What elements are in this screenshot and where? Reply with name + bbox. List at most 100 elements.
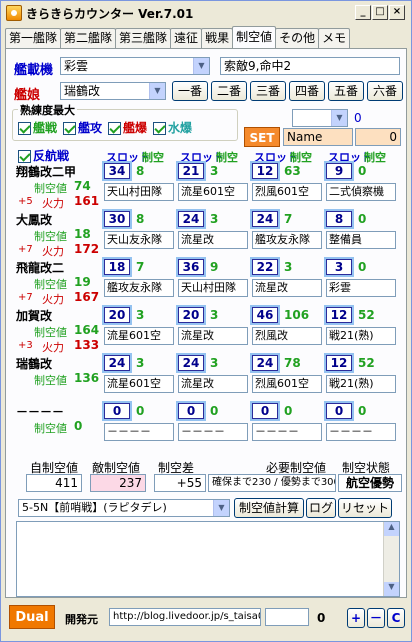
equipment-field[interactable]: 艦攻友永隊 xyxy=(104,279,174,297)
slot-count[interactable]: 9 xyxy=(326,163,352,179)
slot-count[interactable]: 20 xyxy=(178,307,204,323)
slot-count[interactable]: 24 xyxy=(178,211,204,227)
name-field[interactable]: Name xyxy=(283,128,353,146)
log-textarea[interactable]: ▲ ▼ xyxy=(16,521,400,597)
equipment-field[interactable]: 流星改 xyxy=(178,375,248,393)
dev-label: 開発元 xyxy=(65,613,98,626)
equipment-field[interactable]: 流星改 xyxy=(178,327,248,345)
equipment-field[interactable]: 流星改 xyxy=(252,279,322,297)
equipment-field[interactable]: －－－－ xyxy=(178,423,248,441)
calc-aa-button[interactable]: 制空値計算 xyxy=(234,498,304,518)
equipment-field[interactable]: －－－－ xyxy=(252,423,322,441)
equipment-field[interactable]: 天山村田隊 xyxy=(104,183,174,201)
slot-count[interactable]: 0 xyxy=(178,403,204,419)
slot-count[interactable]: 0 xyxy=(326,403,352,419)
reverse-battle-check[interactable]: 反航戦 xyxy=(18,147,69,164)
close-button[interactable]: × xyxy=(389,5,405,20)
minimize-button[interactable]: _ xyxy=(355,5,371,20)
slot1-button[interactable]: 一番 xyxy=(172,81,208,101)
reset-button[interactable]: リセット xyxy=(338,498,392,518)
equipment-field[interactable]: 流星601空 xyxy=(104,327,174,345)
slot-count[interactable]: 30 xyxy=(104,211,130,227)
enemy-aa-field[interactable]: 237 xyxy=(90,474,146,492)
name-number-field[interactable]: 0 xyxy=(355,128,401,146)
preset-select[interactable]: ▼ xyxy=(292,109,348,127)
slot-count[interactable]: 21 xyxy=(178,163,204,179)
equipment-field[interactable]: 烈風改 xyxy=(252,327,322,345)
title-bar[interactable]: きらきらカウンター Ver.7.01 _ □ × xyxy=(1,1,411,25)
equipment-field[interactable]: －－－－ xyxy=(104,423,174,441)
slot-count[interactable]: 0 xyxy=(104,403,130,419)
plus-button[interactable]: + xyxy=(347,608,365,628)
log-button[interactable]: ログ xyxy=(306,498,336,518)
slot-count[interactable]: 24 xyxy=(252,211,278,227)
tab-results[interactable]: 戦果 xyxy=(201,28,234,48)
slot-count[interactable]: 3 xyxy=(326,259,352,275)
slot-aa: 52 xyxy=(358,356,375,370)
ship-fp-value: 133 xyxy=(74,338,100,352)
equipment-field[interactable]: 天山友永隊 xyxy=(104,231,174,249)
slot-count[interactable]: 12 xyxy=(326,307,352,323)
ship-select[interactable]: 瑞鶴改 ▼ xyxy=(60,82,166,100)
slot-count[interactable]: 22 xyxy=(252,259,278,275)
checkbox-icon xyxy=(18,122,31,135)
equipment-field[interactable]: 艦攻友永隊 xyxy=(252,231,322,249)
slot-count[interactable]: 46 xyxy=(252,307,278,323)
minus-button[interactable]: － xyxy=(367,608,385,628)
check-fighter[interactable]: 艦戦 xyxy=(18,119,57,136)
slot6-button[interactable]: 六番 xyxy=(367,81,403,101)
maximize-button[interactable]: □ xyxy=(372,5,388,20)
check-dive-bomber[interactable]: 艦爆 xyxy=(108,119,147,136)
clear-button[interactable]: C xyxy=(387,608,405,628)
tab-air-power[interactable]: 制空値 xyxy=(232,26,277,48)
map-select[interactable]: 5-5N【前哨戦】(ラピタデレ) ▼ xyxy=(18,499,230,517)
set-button[interactable]: SET xyxy=(244,127,280,147)
slot-count[interactable]: 12 xyxy=(326,355,352,371)
tab-fleet1[interactable]: 第一艦隊 xyxy=(5,28,62,48)
slot-count[interactable]: 24 xyxy=(104,355,130,371)
equipment-field[interactable]: 戦21(熟) xyxy=(326,375,396,393)
check-torpedo-bomber[interactable]: 艦攻 xyxy=(63,119,102,136)
carrier-select[interactable]: 彩雲 ▼ xyxy=(60,57,210,75)
slot-count[interactable]: 8 xyxy=(326,211,352,227)
log-scrollbar[interactable]: ▲ ▼ xyxy=(383,522,399,596)
equipment-field[interactable]: 烈風601空 xyxy=(252,375,322,393)
footer-input[interactable] xyxy=(265,608,309,626)
dev-url-field[interactable]: http://blog.livedoor.jp/s_taisa0/ xyxy=(109,608,261,626)
slot-count[interactable]: 24 xyxy=(252,355,278,371)
equipment-field[interactable]: 整備員 xyxy=(326,231,396,249)
slot-aa: 0 xyxy=(358,260,367,274)
slot-count[interactable]: 24 xyxy=(178,355,204,371)
equipment-field[interactable]: 戦21(熟) xyxy=(326,327,396,345)
equipment-field[interactable]: 彩雲 xyxy=(326,279,396,297)
tab-other[interactable]: その他 xyxy=(275,28,320,48)
equipment-field[interactable]: 二式偵察機 xyxy=(326,183,396,201)
equipment-field[interactable]: 烈風601空 xyxy=(252,183,322,201)
tab-expedition[interactable]: 遠征 xyxy=(170,28,203,48)
slot-count[interactable]: 0 xyxy=(252,403,278,419)
slot-count[interactable]: 18 xyxy=(104,259,130,275)
equipment-field[interactable]: 流星601空 xyxy=(104,375,174,393)
equipment-field[interactable]: 天山村田隊 xyxy=(178,279,248,297)
slot-count[interactable]: 34 xyxy=(104,163,130,179)
tab-memo[interactable]: メモ xyxy=(318,28,351,48)
equipment-field[interactable]: 流星改 xyxy=(178,231,248,249)
equipment-field[interactable]: 流星601空 xyxy=(178,183,248,201)
slot-count[interactable]: 36 xyxy=(178,259,204,275)
slot4-button[interactable]: 四番 xyxy=(289,81,325,101)
slot5-button[interactable]: 五番 xyxy=(328,81,364,101)
scroll-down-icon[interactable]: ▼ xyxy=(384,582,399,596)
slot3-button[interactable]: 三番 xyxy=(250,81,286,101)
check-seaplane-bomber[interactable]: 水爆 xyxy=(153,119,192,136)
tab-fleet2[interactable]: 第二艦隊 xyxy=(60,28,117,48)
col-aa-2: 制空 xyxy=(216,151,238,164)
slot-count[interactable]: 12 xyxy=(252,163,278,179)
ship-fp-label: 火力 xyxy=(42,197,64,210)
equipment-field[interactable]: －－－－ xyxy=(326,423,396,441)
dual-button[interactable]: Dual xyxy=(9,605,55,629)
ship-fp-plus: +5 xyxy=(18,196,33,207)
slot2-button[interactable]: 二番 xyxy=(211,81,247,101)
scroll-up-icon[interactable]: ▲ xyxy=(384,522,399,536)
tab-fleet3[interactable]: 第三艦隊 xyxy=(115,28,172,48)
slot-count[interactable]: 20 xyxy=(104,307,130,323)
